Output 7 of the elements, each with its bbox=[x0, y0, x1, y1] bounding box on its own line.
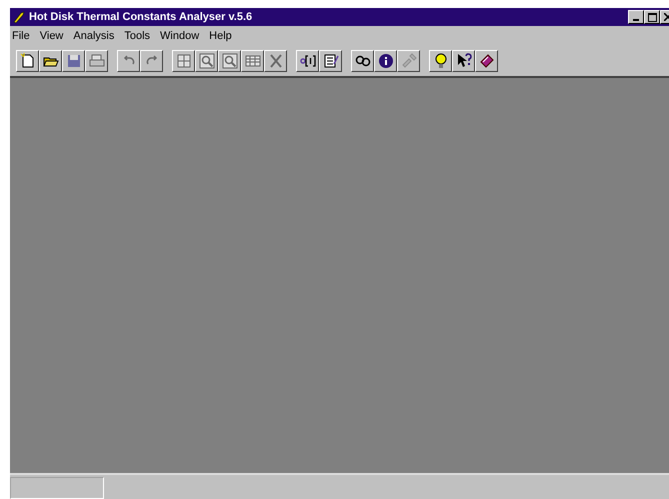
menu-item[interactable]: Help bbox=[209, 30, 232, 42]
menu-item[interactable]: View bbox=[40, 30, 64, 42]
menu-item[interactable]: Analysis bbox=[73, 30, 114, 42]
menu-item[interactable]: Window bbox=[160, 30, 200, 42]
menu-item[interactable]: Tools bbox=[124, 30, 150, 42]
menu-item[interactable]: File bbox=[12, 30, 30, 42]
window-title: Hot Disk Thermal Constants Analyser v.5.6 bbox=[29, 11, 254, 23]
